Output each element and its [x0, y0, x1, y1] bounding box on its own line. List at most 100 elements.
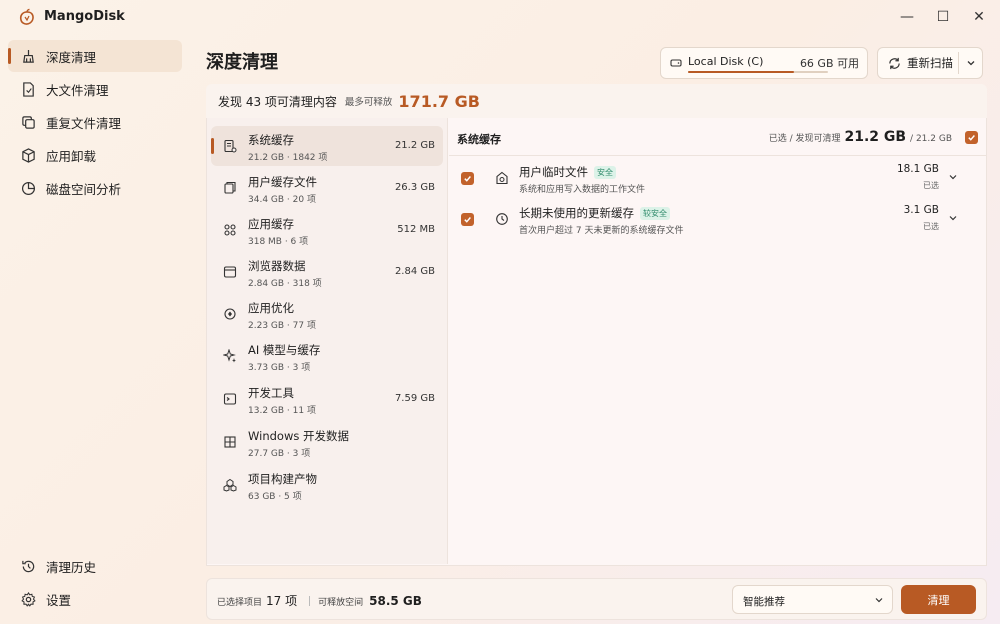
disk-free-space: 66 GB 可用: [799, 57, 859, 70]
category-name: 用户缓存文件: [248, 175, 317, 189]
category-item[interactable]: 浏览器数据 2.84 GB · 318 项 2.84 GB: [211, 252, 443, 292]
sidebar-item-settings[interactable]: 设置: [8, 583, 182, 615]
category-item[interactable]: Windows 开发数据 27.7 GB · 3 项: [211, 422, 443, 462]
category-name: 应用缓存: [248, 217, 294, 231]
disk-usage-fill: [688, 71, 795, 73]
ai-icon: [223, 349, 236, 363]
category-list: 系统缓存 21.2 GB · 1842 项 21.2 GB 用户缓存文件 34.…: [207, 118, 448, 564]
sidebar-item-label: 设置: [46, 592, 72, 608]
summary-estimate-label: 最多可释放: [344, 97, 393, 108]
package-icon: [20, 147, 36, 163]
results-panel: 系统缓存 21.2 GB · 1842 项 21.2 GB 用户缓存文件 34.…: [206, 118, 987, 566]
sidebar-item-label: 应用卸载: [46, 148, 97, 164]
apps-icon: [224, 224, 236, 236]
item-checkbox[interactable]: [461, 172, 474, 185]
item-selected-label: 已选: [923, 181, 939, 190]
detail-selected-size: 21.2 GB: [844, 129, 907, 145]
category-item[interactable]: 用户缓存文件 34.4 GB · 20 项 26.3 GB: [211, 168, 443, 208]
category-name: 项目构建产物: [248, 472, 317, 486]
category-detail: 系统缓存 已选 / 发现可清理 21.2 GB / 21.2 GB 用户临时文件…: [449, 118, 986, 564]
summary-found: 发现 43 项可清理内容: [218, 94, 337, 109]
sidebar-item-label: 大文件清理: [46, 82, 109, 98]
system-cache-icon: [224, 139, 237, 153]
temp-file-icon: [496, 171, 508, 185]
category-item[interactable]: AI 模型与缓存 3.73 GB · 3 项: [211, 336, 443, 376]
category-stats: 13.2 GB · 11 项: [248, 406, 316, 416]
sidebar-item-uninstall[interactable]: 应用卸载: [8, 139, 182, 171]
category-stats: 2.84 GB · 318 项: [248, 279, 322, 289]
user-cache-icon: [224, 181, 236, 194]
sidebar-item-deep-clean[interactable]: 深度清理: [8, 40, 182, 72]
selected-items-label: 已选择项目: [217, 598, 263, 608]
safety-badge: 安全: [594, 165, 616, 179]
checkmark-icon: [968, 135, 975, 141]
scan-summary: 发现 43 项可清理内容 最多可释放 171.7 GB: [206, 84, 987, 118]
clean-mode-value: 智能推荐: [743, 596, 785, 608]
item-size: 18.1 GB: [896, 163, 939, 175]
rescan-button-group: 重新扫描: [877, 47, 983, 79]
category-stats: 27.7 GB · 3 项: [248, 449, 311, 459]
selection-summary: 已选择项目 17 项 可释放空间 58.5 GB: [217, 592, 422, 609]
sidebar-item-disk-analysis[interactable]: 磁盘空间分析: [8, 172, 182, 204]
sidebar: 深度清理 大文件清理 重复文件清理 应用卸载 磁盘空间分析 清理历史 设置: [8, 38, 184, 618]
category-name: Windows 开发数据: [248, 429, 349, 443]
maximize-button[interactable]: ☐: [930, 6, 956, 28]
chevron-down-icon[interactable]: [948, 172, 958, 182]
chevron-down-icon[interactable]: [948, 213, 958, 223]
minimize-button[interactable]: —: [894, 6, 920, 28]
category-item[interactable]: 应用缓存 318 MB · 6 项 512 MB: [211, 210, 443, 250]
checkmark-icon: [464, 217, 471, 223]
sidebar-item-large-files[interactable]: 大文件清理: [8, 73, 182, 105]
title-bar: MangoDisk — ☐ ✕: [0, 0, 1000, 34]
detail-item[interactable]: 长期未使用的更新缓存 较安全 首次用户超过 7 天未更新的系统缓存文件 3.1 …: [449, 199, 986, 239]
item-size: 3.1 GB: [903, 204, 939, 216]
sidebar-item-duplicates[interactable]: 重复文件清理: [8, 106, 182, 138]
clock-icon: [496, 213, 508, 225]
item-title: 用户临时文件 安全: [519, 164, 616, 180]
detail-selection-summary: 已选 / 发现可清理 21.2 GB / 21.2 GB: [769, 129, 952, 145]
chevron-down-icon: [875, 598, 883, 603]
file-icon: [20, 81, 36, 97]
close-button[interactable]: ✕: [966, 6, 992, 28]
checkmark-icon: [464, 176, 471, 182]
category-size: 2.84 GB: [394, 266, 435, 277]
category-stats: 21.2 GB · 1842 项: [248, 153, 328, 163]
item-description: 系统和应用写入数据的工作文件: [519, 185, 646, 195]
sidebar-item-history[interactable]: 清理历史: [8, 550, 182, 582]
selected-items-count: 17 项: [266, 594, 298, 608]
category-name: 开发工具: [248, 386, 294, 400]
detail-header: 系统缓存 已选 / 发现可清理 21.2 GB / 21.2 GB: [449, 118, 986, 156]
category-item[interactable]: 系统缓存 21.2 GB · 1842 项 21.2 GB: [211, 126, 443, 166]
hard-drive-icon: [670, 59, 682, 67]
category-item[interactable]: 项目构建产物 63 GB · 5 项: [211, 465, 443, 505]
clean-mode-select[interactable]: 智能推荐: [732, 585, 893, 614]
rescan-dropdown-button[interactable]: [959, 48, 983, 78]
detail-item[interactable]: 用户临时文件 安全 系统和应用写入数据的工作文件 18.1 GB 已选: [449, 158, 986, 198]
detail-title: 系统缓存: [457, 133, 501, 146]
sidebar-item-label: 重复文件清理: [46, 115, 122, 131]
broom-icon: [20, 48, 36, 64]
windows-icon: [224, 436, 236, 448]
category-stats: 34.4 GB · 20 项: [248, 195, 316, 205]
rescan-label: 重新扫描: [907, 56, 953, 70]
category-item[interactable]: 应用优化 2.23 GB · 77 项: [211, 294, 443, 334]
build-icon: [223, 478, 237, 492]
copy-icon: [20, 114, 36, 130]
rescan-button[interactable]: 重新扫描: [878, 48, 958, 78]
select-all-checkbox[interactable]: [965, 131, 978, 144]
detail-total-size: / 21.2 GB: [910, 134, 952, 144]
category-size: 21.2 GB: [394, 140, 435, 151]
history-icon: [20, 558, 36, 574]
category-item[interactable]: 开发工具 13.2 GB · 11 项 7.59 GB: [211, 379, 443, 419]
clean-button[interactable]: 清理: [901, 585, 976, 614]
summary-total: 171.7 GB: [398, 91, 480, 111]
pie-chart-icon: [20, 180, 36, 196]
item-title: 长期未使用的更新缓存 较安全: [519, 205, 670, 221]
divider: [309, 595, 311, 606]
disk-selector[interactable]: Local Disk (C) 66 GB 可用: [660, 47, 868, 79]
category-stats: 318 MB · 6 项: [248, 237, 309, 247]
item-checkbox[interactable]: [461, 213, 474, 226]
item-selected-label: 已选: [923, 222, 939, 231]
category-name: 浏览器数据: [248, 259, 306, 273]
item-name: 长期未使用的更新缓存: [519, 206, 634, 220]
